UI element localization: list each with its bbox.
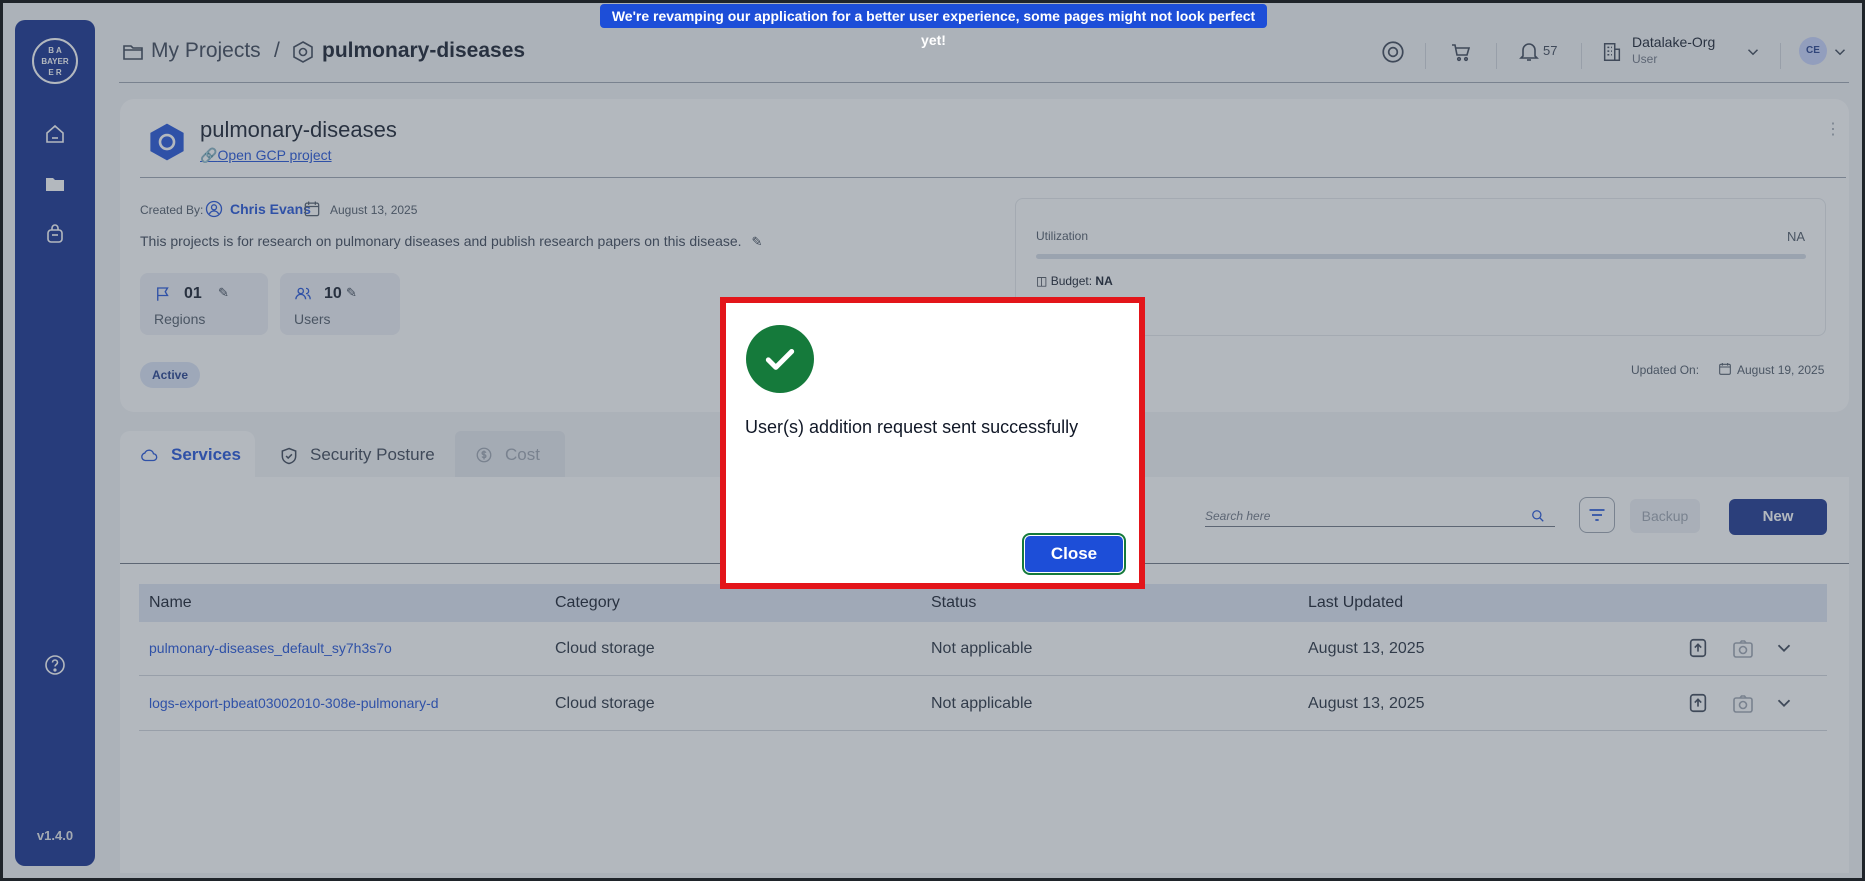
announcement-banner: We're revamping our application for a be… (600, 4, 1267, 48)
success-dialog: User(s) addition request sent successful… (720, 297, 1145, 589)
dialog-message: User(s) addition request sent successful… (745, 417, 1079, 437)
check-circle-icon (746, 325, 814, 393)
close-button[interactable]: Close (1024, 535, 1124, 573)
